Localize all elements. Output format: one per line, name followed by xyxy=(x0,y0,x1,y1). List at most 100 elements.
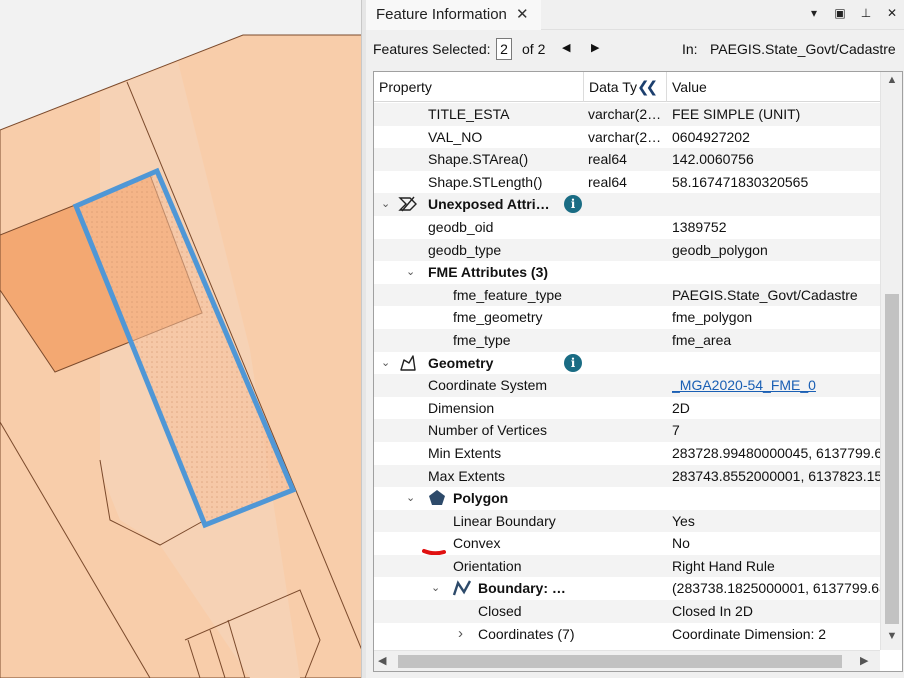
table-row[interactable]: › Coordinates (7) Coordinate Dimension: … xyxy=(374,622,880,646)
vertical-scrollbar[interactable]: ▲ ▼ xyxy=(880,72,902,650)
tab-title: Feature Information xyxy=(376,6,507,23)
vertical-scroll-thumb[interactable] xyxy=(885,294,899,624)
table-row[interactable]: fme_feature_type PAEGIS.State_Govt/Cadas… xyxy=(374,283,880,307)
dropdown-menu-icon[interactable]: ▾ xyxy=(806,6,822,20)
scroll-left-icon[interactable]: ◀ xyxy=(378,654,386,667)
property-cell: Closed xyxy=(478,603,522,620)
info-icon[interactable]: i xyxy=(564,353,582,372)
table-row[interactable]: geodb_oid 1389752 xyxy=(374,215,880,239)
type-cell: real64 xyxy=(588,173,627,190)
property-cell: geodb_type xyxy=(428,241,502,258)
table-row[interactable]: TITLE_ESTA varchar(2… FEE SIMPLE (UNIT) xyxy=(374,103,880,126)
tab-bar: Feature Information ✕ ▾ ▣ ⊥ ✕ xyxy=(366,0,904,30)
table-row[interactable]: Orientation Right Hand Rule xyxy=(374,554,880,578)
value-cell: fme_area xyxy=(672,331,732,348)
value-cell: 58.167471830320565 xyxy=(672,173,809,190)
feature-count: of 2 xyxy=(522,41,546,57)
property-cell: Dimension xyxy=(428,399,495,416)
coordinate-system-link[interactable]: _MGA2020-54_FME_0 xyxy=(672,374,882,396)
header-value[interactable]: Value xyxy=(667,72,880,102)
property-cell: fme_feature_type xyxy=(453,286,562,303)
table-row[interactable]: Coordinate System _MGA2020-54_FME_0 xyxy=(374,374,880,397)
grid-header: Property Data Ty ❮❮ Value xyxy=(374,72,880,102)
map-canvas[interactable] xyxy=(0,0,366,678)
property-cell: Linear Boundary xyxy=(453,512,556,529)
table-row[interactable]: Dimension 2D xyxy=(374,396,880,420)
group-row-polygon[interactable]: ⌄ Polygon xyxy=(374,487,880,510)
restore-window-icon[interactable]: ▣ xyxy=(832,6,848,20)
pin-icon[interactable]: ⊥ xyxy=(858,6,874,20)
feature-index-field[interactable]: 2 xyxy=(496,38,512,60)
header-data-type-label: Data Ty xyxy=(589,79,637,95)
value-cell: 1389752 xyxy=(672,218,727,235)
property-cell: Convex xyxy=(453,535,501,552)
table-row[interactable]: Shape.STArea() real64 142.0060756 xyxy=(374,148,880,171)
header-data-type[interactable]: Data Ty xyxy=(584,72,667,102)
property-cell: Number of Vertices xyxy=(428,422,548,439)
close-tab-icon[interactable]: ✕ xyxy=(516,5,529,23)
property-cell: Min Extents xyxy=(428,444,502,461)
grid-rows: TITLE_ESTA varchar(2… FEE SIMPLE (UNIT) … xyxy=(374,103,882,646)
feature-information-panel: Feature Information ✕ ▾ ▣ ⊥ ✕ Features S… xyxy=(366,0,904,678)
table-row[interactable]: fme_geometry fme_polygon xyxy=(374,306,880,329)
table-row[interactable]: Number of Vertices 7 xyxy=(374,419,880,442)
group-label: FME Attributes (3) xyxy=(428,264,549,281)
table-row[interactable]: Shape.STLength() real64 58.1674718303205… xyxy=(374,170,880,194)
value-cell: FEE SIMPLE (UNIT) xyxy=(672,106,801,122)
value-cell: Yes xyxy=(672,512,695,529)
property-cell: geodb_oid xyxy=(428,218,494,235)
value-cell: 0604927202 xyxy=(672,128,750,145)
group-row-boundary[interactable]: ⌄ Boundary: … (283738.1825000001, 613779… xyxy=(374,577,882,601)
collapse-columns-icon[interactable]: ❮❮ xyxy=(637,78,658,96)
feature-source: PAEGIS.State_Govt/Cadastre xyxy=(710,41,896,57)
app-window: Feature Information ✕ ▾ ▣ ⊥ ✕ Features S… xyxy=(0,0,904,678)
property-cell: VAL_NO xyxy=(428,128,483,145)
table-row[interactable]: Max Extents 283743.8552000001, 6137823.1… xyxy=(374,464,882,488)
attribute-grid: Property Data Ty ❮❮ Value TITLE_ESTA var… xyxy=(373,71,903,672)
group-row-fme-attributes[interactable]: ⌄ FME Attributes (3) xyxy=(374,261,880,284)
property-cell: Max Extents xyxy=(428,467,506,484)
value-cell: PAEGIS.State_Govt/Cadastre xyxy=(672,286,858,303)
value-cell: 283728.99480000045, 6137799.68 xyxy=(672,444,882,461)
value-cell: fme_polygon xyxy=(672,309,753,326)
next-feature-icon[interactable]: ▶ xyxy=(591,41,599,54)
horizontal-scroll-thumb[interactable] xyxy=(398,655,842,668)
property-cell: TITLE_ESTA xyxy=(428,106,510,122)
header-property[interactable]: Property xyxy=(374,72,584,102)
group-label: Unexposed Attri… xyxy=(428,196,550,213)
close-panel-icon[interactable]: ✕ xyxy=(884,6,900,20)
value-cell: 142.0060756 xyxy=(672,151,754,168)
property-cell: Shape.STArea() xyxy=(428,151,529,168)
scroll-right-icon[interactable]: ▶ xyxy=(860,654,868,667)
table-row[interactable]: geodb_type geodb_polygon xyxy=(374,238,880,262)
type-cell: varchar(2… xyxy=(588,128,662,145)
group-row-geometry[interactable]: ⌄ Geometry i xyxy=(374,351,880,375)
horizontal-scrollbar[interactable]: ◀ ▶ xyxy=(374,650,880,671)
features-selected-label: Features Selected: xyxy=(373,41,491,57)
scroll-down-icon[interactable]: ▼ xyxy=(881,630,902,648)
table-row[interactable]: Convex No xyxy=(374,532,880,556)
group-label: Boundary: … xyxy=(478,580,566,597)
map-view[interactable] xyxy=(0,0,366,678)
property-cell: Coordinates (7) xyxy=(478,625,575,642)
previous-feature-icon[interactable]: ◀ xyxy=(562,41,570,54)
table-row[interactable]: VAL_NO varchar(2… 0604927202 xyxy=(374,125,880,149)
tab-feature-information[interactable]: Feature Information ✕ xyxy=(366,0,541,30)
table-row[interactable]: Closed Closed In 2D xyxy=(374,600,880,623)
table-row[interactable]: Linear Boundary Yes xyxy=(374,509,880,533)
selection-bar: Features Selected: 2 of 2 ◀ ▶ In: PAEGIS… xyxy=(366,35,904,65)
group-row-unexposed-attributes[interactable]: ⌄ Unexposed Attri… i xyxy=(374,193,880,216)
group-label: Geometry xyxy=(428,354,494,371)
table-row[interactable]: Min Extents 283728.99480000045, 6137799.… xyxy=(374,441,882,465)
value-cell: Right Hand Rule xyxy=(672,557,775,574)
scroll-up-icon[interactable]: ▲ xyxy=(881,74,902,92)
property-cell: Orientation xyxy=(453,557,522,574)
in-label: In: xyxy=(682,41,698,57)
value-cell: No xyxy=(672,535,690,552)
value-cell: 283743.8552000001, 6137823.150 xyxy=(672,467,882,484)
value-cell: (283738.1825000001, 6137799.68 xyxy=(672,580,882,597)
property-cell: fme_type xyxy=(453,331,511,348)
value-cell: geodb_polygon xyxy=(672,241,768,258)
type-cell: real64 xyxy=(588,151,627,168)
table-row[interactable]: fme_type fme_area xyxy=(374,328,880,352)
